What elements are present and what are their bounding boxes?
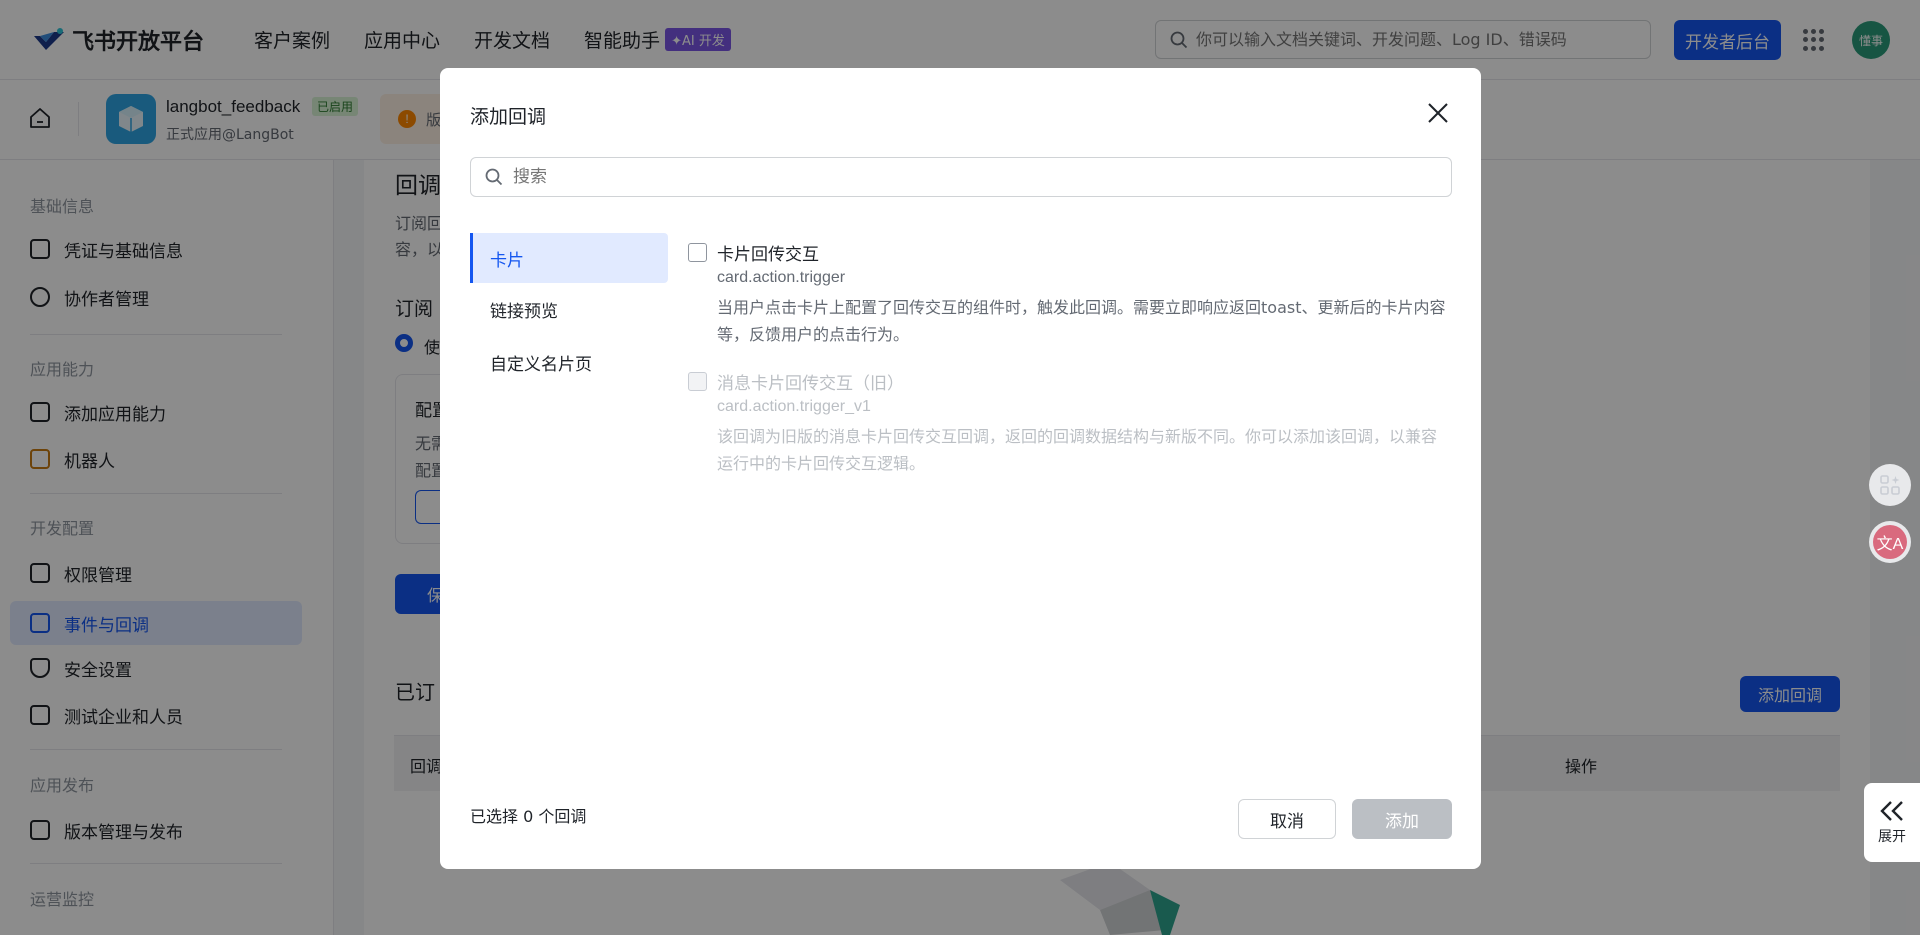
double-chevron-left-icon <box>1879 800 1905 822</box>
callback-option[interactable]: 卡片回传交互 card.action.trigger 当用户点击卡片上配置了回传… <box>688 240 1448 350</box>
callback-search-input[interactable] <box>513 167 1413 187</box>
dialog-title: 添加回调 <box>470 102 546 129</box>
add-button[interactable]: 添加 <box>1352 799 1452 839</box>
category-card[interactable]: 卡片 <box>470 233 668 283</box>
expand-label: 展开 <box>1878 826 1906 846</box>
search-icon <box>485 168 503 186</box>
close-icon[interactable] <box>1426 101 1450 125</box>
callback-key: card.action.trigger <box>717 269 845 287</box>
category-profile-page[interactable]: 自定义名片页 <box>470 337 668 387</box>
selected-count: 已选择 0 个回调 <box>470 803 586 827</box>
callback-option-disabled: 消息卡片回传交互（旧） card.action.trigger_v1 该回调为旧… <box>688 369 1448 479</box>
callback-search[interactable] <box>470 157 1452 197</box>
callback-desc: 该回调为旧版的消息卡片回传交互回调，返回的回调数据结构与新版不同。你可以添加该回… <box>717 423 1451 477</box>
category-link-preview[interactable]: 链接预览 <box>470 284 668 334</box>
cancel-button[interactable]: 取消 <box>1238 799 1336 839</box>
callback-name: 消息卡片回传交互（旧） <box>717 369 904 394</box>
expand-panel-button[interactable]: 展开 <box>1864 783 1920 862</box>
callback-name: 卡片回传交互 <box>717 240 819 265</box>
callback-checkbox <box>688 372 707 391</box>
callback-desc: 当用户点击卡片上配置了回传交互的组件时，触发此回调。需要立即响应返回toast、… <box>717 294 1451 348</box>
translate-icon[interactable]: 文A <box>1869 521 1911 563</box>
callback-checkbox[interactable] <box>688 243 707 262</box>
app-widget-icon[interactable] <box>1869 464 1911 506</box>
callback-key: card.action.trigger_v1 <box>717 398 871 416</box>
add-callback-dialog: 添加回调 卡片 链接预览 自定义名片页 卡片回传交互 card.action.t… <box>440 68 1481 869</box>
